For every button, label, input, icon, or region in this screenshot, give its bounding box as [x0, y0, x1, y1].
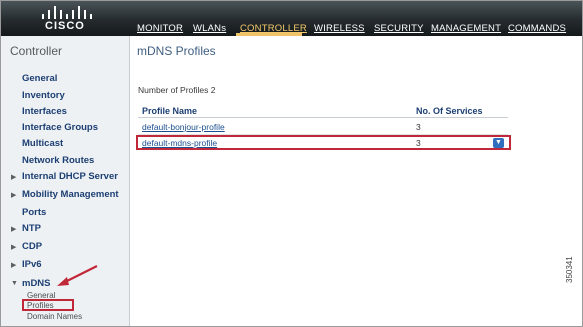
- sidebar-item-ports[interactable]: Ports: [22, 207, 46, 218]
- nav-commands[interactable]: COMMANDS: [508, 23, 566, 34]
- sidebar-subitem-domain-names[interactable]: Domain Names: [27, 312, 82, 321]
- sidebar-item-internal-dhcp-server[interactable]: Internal DHCP Server: [22, 171, 118, 182]
- sidebar-item-ipv6[interactable]: IPv6: [22, 259, 42, 270]
- expand-arrow-icon[interactable]: ▶: [11, 261, 16, 269]
- sidebar-item-mobility-management[interactable]: Mobility Management: [22, 189, 119, 200]
- column-header-services: No. Of Services: [416, 106, 483, 116]
- nav-wlans[interactable]: WLANs: [193, 23, 226, 34]
- sidebar-item-cdp[interactable]: CDP: [22, 241, 42, 252]
- selected-row-highlight: [136, 135, 511, 150]
- expand-arrow-icon[interactable]: ▶: [11, 191, 16, 199]
- sidebar-item-inventory[interactable]: Inventory: [22, 90, 65, 101]
- sidebar-item-network-routes[interactable]: Network Routes: [22, 155, 94, 166]
- sidebar-title: Controller: [10, 44, 63, 58]
- expand-arrow-icon[interactable]: ▶: [11, 173, 16, 181]
- nav-management[interactable]: MANAGEMENT: [431, 23, 501, 34]
- sidebar-item-interface-groups[interactable]: Interface Groups: [22, 122, 98, 133]
- expand-arrow-icon[interactable]: ▶: [11, 225, 16, 233]
- sidebar-item-general[interactable]: General: [22, 73, 57, 84]
- nav-wireless[interactable]: WIRELESS: [314, 23, 365, 34]
- services-count: 3: [416, 122, 421, 132]
- profile-link-default-bonjour[interactable]: default-bonjour-profile: [142, 122, 225, 132]
- annotation-arrow-icon: [57, 265, 98, 286]
- profile-count: Number of Profiles 2: [138, 85, 216, 95]
- cisco-logo-bars: [42, 6, 96, 19]
- figure-id: 350341: [565, 256, 574, 283]
- nav-monitor[interactable]: MONITOR: [137, 23, 183, 34]
- sidebar-item-ntp[interactable]: NTP: [22, 223, 41, 234]
- top-header: CISCO MONITOR WLANs CONTROLLER WIRELESS …: [1, 1, 582, 36]
- main-content: mDNS Profiles Number of Profiles 2 Profi…: [131, 36, 582, 326]
- column-header-profile-name: Profile Name: [142, 106, 198, 116]
- profile-count-value: 2: [210, 85, 216, 95]
- profile-count-label: Number of Profiles: [138, 85, 209, 95]
- sidebar-item-interfaces[interactable]: Interfaces: [22, 106, 67, 117]
- nav-security[interactable]: SECURITY: [374, 23, 424, 34]
- expand-arrow-icon[interactable]: ▶: [11, 243, 16, 251]
- page-title: mDNS Profiles: [137, 44, 216, 58]
- collapse-arrow-icon[interactable]: ▼: [11, 280, 18, 287]
- profiles-highlight-box: [22, 299, 74, 311]
- table-header-divider: [138, 117, 508, 118]
- sidebar-item-mdns[interactable]: mDNS: [22, 278, 51, 289]
- sidebar-item-multicast[interactable]: Multicast: [22, 138, 63, 149]
